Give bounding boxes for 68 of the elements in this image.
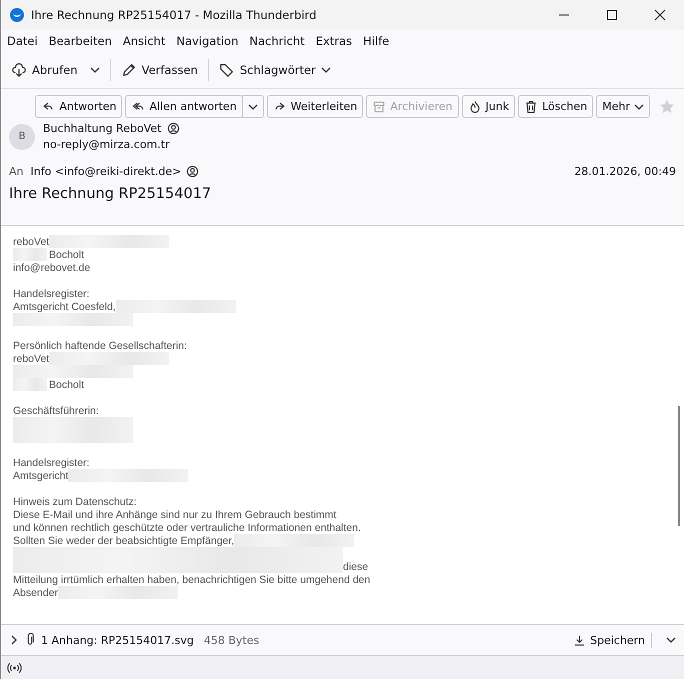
- sender-email: no-reply@mirza.com.tr: [43, 138, 171, 151]
- contact-icon[interactable]: [186, 165, 200, 178]
- body-text: Handelsregister:: [13, 456, 90, 468]
- bird-logo-icon: [9, 7, 25, 23]
- reply-button[interactable]: Antworten: [35, 95, 122, 118]
- menu-item[interactable]: Nachricht: [249, 34, 305, 48]
- cloud-download-icon: [11, 62, 27, 78]
- menu-item[interactable]: Datei: [7, 34, 38, 48]
- dropdown-button[interactable]: [242, 95, 264, 118]
- recipient[interactable]: Info <info@reiki-direkt.de>: [30, 165, 182, 178]
- message-date: 28.01.2026, 00:49: [574, 165, 676, 178]
- sender-name[interactable]: Buchhaltung ReboVet: [43, 122, 162, 135]
- body-text: diese: [343, 560, 368, 572]
- body-text: reboVet: [13, 236, 50, 248]
- caret-icon: [248, 102, 258, 112]
- caret-icon: [634, 102, 644, 112]
- toolbar-button[interactable]: Abrufen: [7, 59, 82, 81]
- body-text: Mitteilung irrtümlich erhalten haben, benachrichtigen Sie bitte umgehend den: [13, 574, 370, 586]
- menu-item[interactable]: Ansicht: [122, 34, 166, 48]
- delete-button[interactable]: Löschen: [518, 95, 594, 118]
- body-text: Geschäftsführerin:: [13, 404, 99, 416]
- contact-icon[interactable]: [167, 122, 180, 135]
- body-text: und können rechtlich geschützte oder vertrauliche Informationen enthalten.: [13, 522, 361, 534]
- body-text: Bocholt: [49, 248, 84, 260]
- toolbar-button[interactable]: Schlagwörter: [214, 59, 335, 81]
- menu-item[interactable]: Bearbeiten: [48, 34, 112, 48]
- maximize-icon[interactable]: [606, 9, 618, 21]
- body-text: Amtsgericht Coesfeld,: [13, 300, 116, 312]
- tag-icon: [218, 62, 235, 78]
- menu-item[interactable]: Extras: [316, 34, 352, 48]
- body-text: Absender: [13, 586, 58, 598]
- body-text: Handelsregister:: [13, 288, 90, 300]
- body-text: Sollten Sie weder der beabsichtigte Empfänger,: [13, 534, 234, 546]
- to-label: An: [9, 165, 24, 178]
- body-text: reboVet: [13, 352, 50, 364]
- save-button[interactable]: Speichern: [568, 632, 652, 648]
- download-icon: [574, 634, 586, 646]
- broadcast-icon[interactable]: [7, 662, 22, 674]
- more-button[interactable]: Mehr: [596, 95, 650, 118]
- scrollbar[interactable]: [678, 406, 680, 526]
- body-text: Diese E-Mail und ihre Anhänge sind nur zu Ihrem Gebrauch bestimmt: [13, 508, 336, 520]
- body-text: Hinweis zum Datenschutz:: [13, 496, 137, 508]
- pencil-icon: [120, 62, 137, 78]
- caret-icon: [320, 65, 331, 75]
- message-subject: Ihre Rechnung RP25154017: [9, 186, 212, 202]
- expand-icon[interactable]: [9, 635, 19, 645]
- star-icon[interactable]: [658, 98, 676, 116]
- toolbar-button[interactable]: Verfassen: [116, 59, 202, 81]
- avatar: B: [9, 124, 35, 150]
- archive-icon: [372, 100, 386, 114]
- menu-item[interactable]: Hilfe: [363, 34, 390, 48]
- junk-button[interactable]: Junk: [462, 95, 516, 118]
- close-icon[interactable]: [654, 9, 666, 21]
- menu-item[interactable]: Navigation: [176, 34, 238, 48]
- flame-icon: [468, 100, 482, 114]
- body-text: Persönlich haftende Gesellschafterin:: [13, 340, 187, 352]
- replyall-button[interactable]: Allen antworten: [125, 95, 243, 118]
- body-text: Amtsgericht: [13, 470, 68, 482]
- trash-icon: [524, 100, 538, 114]
- caret-icon: [90, 65, 100, 75]
- body-text: Bocholt: [49, 378, 84, 390]
- forward-button[interactable]: Weiterleiten: [266, 95, 364, 118]
- attachment-size: 458 Bytes: [204, 634, 260, 646]
- body-text: info@rebovet.de: [13, 262, 90, 274]
- paperclip-icon: [25, 633, 35, 647]
- caret-icon: [666, 634, 676, 644]
- window-title: Ihre Rechnung RP25154017 - Mozilla Thunderbird: [31, 8, 318, 22]
- attachment-name[interactable]: 1 Anhang: RP25154017.svg: [41, 634, 194, 646]
